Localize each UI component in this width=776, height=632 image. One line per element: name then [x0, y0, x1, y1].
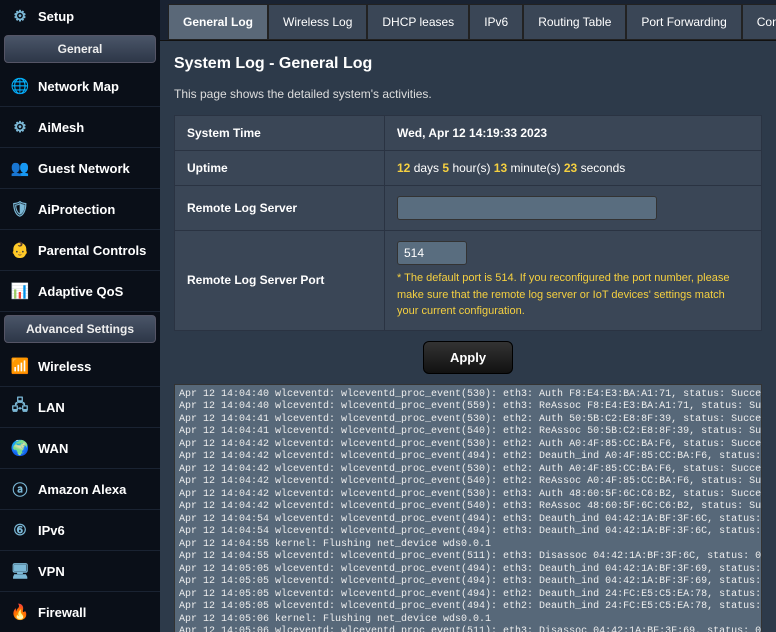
sidebar-item-truncated[interactable]: ⚙ Setup [0, 0, 160, 32]
sidebar-item-wireless[interactable]: 📶 Wireless [0, 346, 160, 387]
vpn-icon: 🖥 [10, 561, 30, 581]
parental-controls-icon: 👶 [10, 240, 30, 260]
sidebar-item-parental-controls[interactable]: 👶 Parental Controls [0, 230, 160, 271]
table-row: Remote Log Server Port * The default por… [175, 231, 762, 331]
sidebar-item-label: Wireless [38, 359, 91, 374]
system-time-label: System Time [175, 116, 385, 151]
wireless-icon: 📶 [10, 356, 30, 376]
sidebar-item-label: LAN [38, 400, 65, 415]
system-time-value: Wed, Apr 12 14:19:33 2023 [385, 116, 762, 151]
sidebar-item-label: IPv6 [38, 523, 65, 538]
tab-ipv6[interactable]: IPv6 [469, 4, 523, 40]
tab-routing-table[interactable]: Routing Table [523, 4, 626, 40]
main-panel: General LogWireless LogDHCP leasesIPv6Ro… [160, 0, 776, 632]
sidebar-item-guest-network[interactable]: 👥 Guest Network [0, 148, 160, 189]
table-row: Remote Log Server [175, 186, 762, 231]
page-title: System Log - General Log [174, 55, 762, 73]
wan-icon: 🌍 [10, 438, 30, 458]
sidebar-item-label: VPN [38, 564, 65, 579]
aiprotection-icon: 🛡 [10, 199, 30, 219]
setup-icon: ⚙ [10, 6, 30, 26]
sidebar-item-label: AiProtection [38, 202, 115, 217]
sidebar-section-advanced: Advanced Settings [4, 315, 156, 343]
sidebar-item-label: Guest Network [38, 161, 130, 176]
tab-wireless-log[interactable]: Wireless Log [268, 4, 367, 40]
sidebar: ⚙ Setup General 🌐 Network Map ⚙ AiMesh 👥 Gues… [0, 0, 160, 632]
sidebar-item-vpn[interactable]: 🖥 VPN [0, 551, 160, 592]
lan-icon: 🖧 [10, 397, 30, 417]
tab-connections[interactable]: Connections [742, 4, 776, 40]
sidebar-item-label: Firewall [38, 605, 86, 620]
sidebar-item-label: AiMesh [38, 120, 84, 135]
network-map-icon: 🌐 [10, 76, 30, 96]
remote-port-label: Remote Log Server Port [175, 231, 385, 331]
sidebar-item-adaptive-qos[interactable]: 📊 Adaptive QoS [0, 271, 160, 312]
sidebar-item-label: Network Map [38, 79, 119, 94]
remote-log-label: Remote Log Server [175, 186, 385, 231]
sidebar-item-firewall[interactable]: 🔥 Firewall [0, 592, 160, 632]
apply-button[interactable]: Apply [423, 341, 513, 374]
sidebar-item-label: Setup [38, 9, 74, 24]
sidebar-item-label: Adaptive QoS [38, 284, 123, 299]
sidebar-section-general: General [4, 35, 156, 63]
content-area: System Log - General Log This page shows… [160, 41, 776, 632]
remote-port-warning: * The default port is 514. If you reconf… [397, 270, 749, 320]
uptime-label: Uptime [175, 151, 385, 186]
remote-log-server-input[interactable] [397, 196, 657, 220]
sidebar-item-label: Parental Controls [38, 243, 146, 258]
sidebar-item-amazon-alexa[interactable]: ⓐ Amazon Alexa [0, 469, 160, 510]
table-row: Uptime 12 days 5 hour(s) 13 minute(s) 23… [175, 151, 762, 186]
sidebar-item-ipv6[interactable]: ⑥ IPv6 [0, 510, 160, 551]
tab-port-forwarding[interactable]: Port Forwarding [626, 4, 741, 40]
sidebar-item-label: WAN [38, 441, 68, 456]
sidebar-item-aimesh[interactable]: ⚙ AiMesh [0, 107, 160, 148]
firewall-icon: 🔥 [10, 602, 30, 622]
uptime-value: 12 days 5 hour(s) 13 minute(s) 23 second… [385, 151, 762, 186]
table-row: System Time Wed, Apr 12 14:19:33 2023 [175, 116, 762, 151]
aimesh-icon: ⚙ [10, 117, 30, 137]
sidebar-item-network-map[interactable]: 🌐 Network Map [0, 66, 160, 107]
sidebar-item-aiprotection[interactable]: 🛡 AiProtection [0, 189, 160, 230]
tab-dhcp-leases[interactable]: DHCP leases [367, 4, 469, 40]
guest-network-icon: 👥 [10, 158, 30, 178]
sidebar-item-wan[interactable]: 🌍 WAN [0, 428, 160, 469]
remote-log-port-input[interactable] [397, 241, 467, 265]
page-description: This page shows the detailed system's ac… [174, 87, 762, 101]
sidebar-item-label: Amazon Alexa [38, 482, 126, 497]
amazon-alexa-icon: ⓐ [10, 479, 30, 499]
log-textarea[interactable]: Apr 12 14:04:40 wlceventd: wlceventd_pro… [174, 384, 762, 632]
sidebar-item-lan[interactable]: 🖧 LAN [0, 387, 160, 428]
tab-general-log[interactable]: General Log [168, 4, 268, 40]
ipv6-icon: ⑥ [10, 520, 30, 540]
tab-bar: General LogWireless LogDHCP leasesIPv6Ro… [160, 0, 776, 41]
settings-table: System Time Wed, Apr 12 14:19:33 2023 Up… [174, 115, 762, 331]
adaptive-qos-icon: 📊 [10, 281, 30, 301]
